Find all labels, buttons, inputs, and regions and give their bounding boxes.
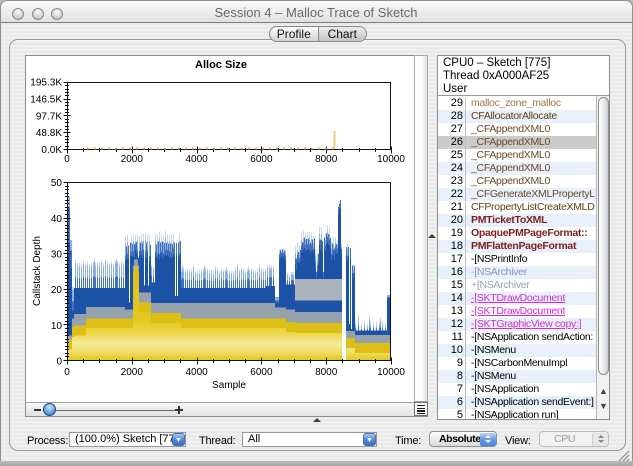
svg-text:4000: 4000 [185,154,208,165]
svg-text:195.3K: 195.3K [30,78,62,89]
svg-text:8000: 8000 [315,154,338,165]
svg-text:0: 0 [64,367,70,378]
svg-text:48.8K: 48.8K [36,128,62,139]
svg-text:20: 20 [51,285,63,296]
svg-text:10000: 10000 [377,367,405,378]
svg-text:8000: 8000 [315,367,338,378]
svg-text:6000: 6000 [250,154,273,165]
svg-text:0: 0 [56,357,62,368]
svg-text:30: 30 [51,249,63,260]
svg-text:146.5K: 146.5K [30,94,62,105]
svg-text:2000: 2000 [121,154,144,165]
svg-text:40: 40 [51,214,63,225]
svg-text:0.0K: 0.0K [41,145,62,156]
svg-text:Alloc Size: Alloc Size [195,59,247,71]
svg-text:Callstack Depth: Callstack Depth [32,236,43,306]
svg-text:10: 10 [51,321,63,332]
svg-text:Sample: Sample [212,380,246,391]
svg-text:50: 50 [51,178,63,189]
svg-text:0: 0 [64,154,70,165]
svg-text:6000: 6000 [250,367,273,378]
svg-text:2000: 2000 [121,367,144,378]
svg-text:97.7K: 97.7K [36,111,62,122]
svg-text:4000: 4000 [185,367,208,378]
svg-text:10000: 10000 [377,154,405,165]
